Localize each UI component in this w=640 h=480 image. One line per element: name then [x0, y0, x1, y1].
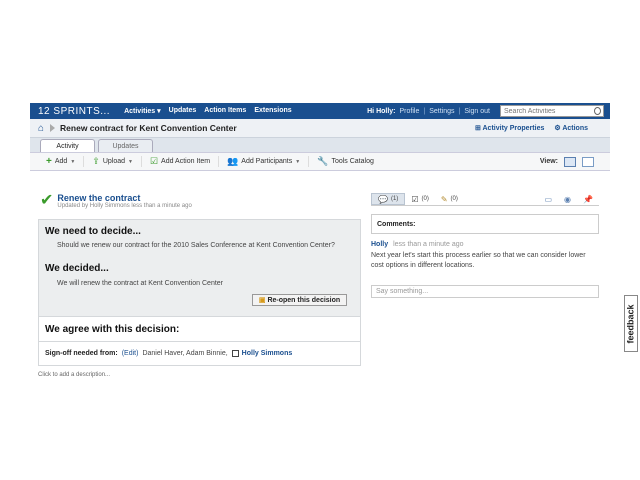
nav-extensions[interactable]: Extensions — [254, 107, 291, 115]
comment-meta: Holly less than a minute ago — [371, 241, 599, 248]
add-button[interactable]: + Add ▼ — [30, 156, 85, 167]
reopen-label: Re-open this decision — [267, 296, 341, 304]
tasks-count: (0) — [421, 196, 429, 202]
activity-properties-link[interactable]: ⊞ Activity Properties — [475, 124, 544, 132]
user-greeting: Hi Holly: — [367, 107, 396, 115]
files-count: (0) — [450, 196, 458, 202]
upload-button[interactable]: ⇪ Upload ▼ — [84, 156, 142, 167]
decision-title[interactable]: Renew the contract — [57, 193, 191, 203]
signoff-holly[interactable]: Holly Simmons — [242, 350, 293, 357]
comment-text: Next year let's start this process earli… — [371, 252, 586, 269]
comments-count: (1) — [390, 196, 399, 202]
decided-text: We will renew the contract at Kent Conve… — [57, 280, 224, 287]
need-heading: We need to decide... — [45, 226, 141, 237]
toolbar: + Add ▼ ⇪ Upload ▼ ☑ Add Action Item 👥 A… — [30, 152, 610, 171]
signoff-label: Sign-off needed from: — [45, 350, 118, 357]
nav-activities[interactable]: Activities ▾ — [124, 107, 161, 115]
checklist-icon: ☑ — [411, 194, 419, 204]
signoff-row: Sign-off needed from: (Edit) Daniel Have… — [38, 342, 361, 366]
plus-icon: + — [46, 156, 52, 167]
tasks-tab[interactable]: ☑ (0) — [405, 193, 435, 205]
window-icon[interactable]: ▭ — [544, 195, 552, 204]
add-participants-button[interactable]: 👥 Add Participants ▼ — [219, 156, 310, 167]
attachment-icon: ✎ — [440, 194, 448, 204]
comments-panel: 💬 (1) ☑ (0) ✎ (0) ▭ ◉ 📌 Comments: Holly … — [371, 193, 599, 298]
add-label: Add — [54, 158, 68, 165]
nav-updates[interactable]: Updates — [169, 107, 197, 115]
signoff-names: Daniel Haver, Adam Binnie, — [142, 350, 228, 357]
view-label: View: — [539, 158, 558, 165]
grid-view-icon[interactable] — [582, 156, 594, 167]
breadcrumb-arrow-icon — [50, 124, 56, 132]
settings-link[interactable]: Settings — [429, 108, 454, 115]
decision-details: We need to decide... Should we renew our… — [38, 219, 361, 317]
nav-action-items[interactable]: Action Items — [204, 107, 246, 115]
view-switcher: View: — [539, 156, 594, 167]
main-nav: Activities ▾ Updates Action Items Extens… — [124, 107, 292, 115]
tools-catalog-label: Tools Catalog — [331, 158, 374, 165]
list-view-icon[interactable] — [564, 156, 576, 167]
pin-icon[interactable]: 📌 — [583, 195, 593, 204]
tab-activity[interactable]: Activity — [40, 139, 95, 152]
settings-icon[interactable]: ◉ — [564, 195, 571, 204]
upload-label: Upload — [102, 158, 125, 165]
feedback-label: feedback — [626, 303, 636, 344]
activity-title-bar: ⌂ Renew contract for Kent Convention Cen… — [30, 119, 610, 138]
decision-header: ✔ Renew the contract Updated by Holly Si… — [38, 193, 361, 217]
comments-tab[interactable]: 💬 (1) — [371, 193, 406, 205]
page-title: Renew contract for Kent Convention Cente… — [60, 123, 237, 133]
chevron-down-icon: ▼ — [128, 158, 133, 165]
agree-heading: We agree with this decision: — [45, 323, 180, 335]
decision-panel: ✔ Renew the contract Updated by Holly Si… — [38, 193, 361, 378]
decision-subtitle: Updated by Holly Simmons less than a min… — [57, 203, 192, 209]
signoff-checkbox[interactable] — [231, 350, 239, 357]
wrench-icon: 🔧 — [317, 156, 329, 166]
top-nav-bar: 12 SPRINTS... Activities ▾ Updates Actio… — [30, 103, 610, 119]
side-toolbar: 💬 (1) ☑ (0) ✎ (0) ▭ ◉ 📌 — [371, 193, 599, 206]
search-icon[interactable] — [594, 107, 601, 115]
agree-section: We agree with this decision: — [38, 317, 361, 342]
actions-menu[interactable]: ⚙ Actions — [554, 124, 588, 132]
app-logo[interactable]: 12 SPRINTS... — [38, 106, 110, 117]
separator: | — [423, 107, 426, 115]
user-links: Hi Holly: Profile | Settings | Sign out — [367, 105, 610, 117]
tab-updates[interactable]: Updates — [98, 139, 153, 152]
add-participants-label: Add Participants — [241, 158, 293, 165]
chevron-down-icon: ▼ — [295, 158, 301, 165]
actions-label: Actions — [562, 125, 588, 132]
chevron-down-icon: ▼ — [70, 158, 76, 165]
reopen-decision-button[interactable]: ▣ Re-open this decision — [252, 294, 347, 306]
people-icon: 👥 — [227, 156, 239, 166]
comment-icon: 💬 — [378, 194, 388, 204]
add-action-item-button[interactable]: ☑ Add Action Item — [142, 156, 220, 167]
add-action-item-label: Add Action Item — [161, 158, 211, 165]
edit-signoff-link[interactable]: (Edit) — [122, 350, 139, 357]
comments-heading: Comments: — [371, 214, 599, 234]
files-tab[interactable]: ✎ (0) — [435, 193, 464, 205]
upload-icon: ⇪ — [92, 156, 100, 166]
reopen-icon: ▣ — [258, 297, 266, 304]
search-input[interactable] — [504, 107, 594, 115]
profile-link[interactable]: Profile — [400, 108, 420, 115]
signout-link[interactable]: Sign out — [464, 108, 490, 115]
need-text: Should we renew our contract for the 201… — [57, 242, 335, 249]
feedback-tab[interactable]: feedback — [624, 295, 638, 352]
search-box — [500, 105, 604, 117]
comment-author[interactable]: Holly — [371, 241, 388, 248]
add-description-link[interactable]: Click to add a description... — [38, 372, 361, 378]
side-actions: ▭ ◉ 📌 — [544, 195, 599, 204]
decided-heading: We decided... — [45, 263, 109, 274]
comment-time: less than a minute ago — [393, 241, 464, 248]
separator: | — [458, 107, 461, 115]
tools-catalog-button[interactable]: 🔧 Tools Catalog — [309, 156, 382, 167]
checkbox-icon: ☑ — [149, 156, 159, 166]
checkmark-icon: ✔ — [40, 192, 54, 209]
home-icon[interactable]: ⌂ — [38, 123, 44, 134]
tab-strip: Activity Updates — [30, 138, 610, 152]
comment-input[interactable]: Say something... — [371, 285, 599, 298]
